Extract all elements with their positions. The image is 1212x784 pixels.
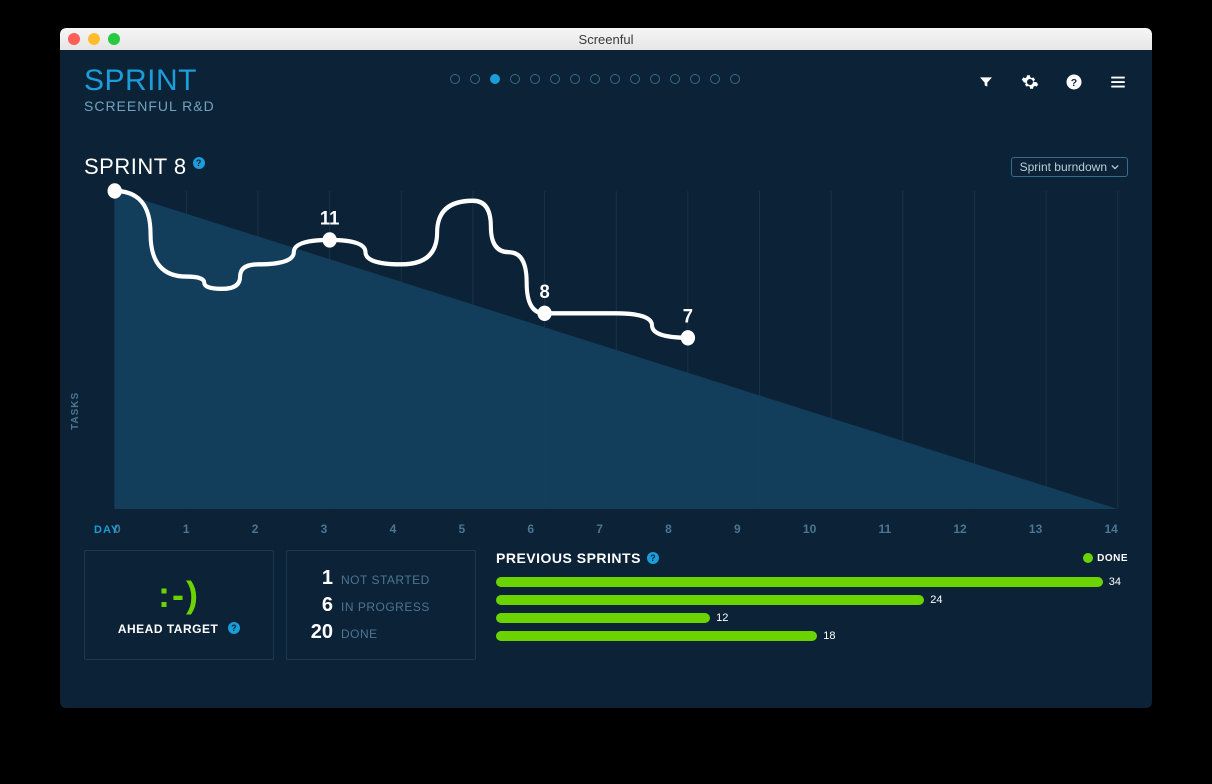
pager-dot[interactable] bbox=[710, 74, 720, 84]
pager-dot[interactable] bbox=[730, 74, 740, 84]
previous-bar-row: 12 bbox=[496, 612, 1128, 624]
legend-label: DONE bbox=[1097, 553, 1128, 564]
x-tick: 10 bbox=[803, 522, 816, 536]
y-axis-label: TASKS bbox=[70, 392, 81, 430]
pager-dot[interactable] bbox=[630, 74, 640, 84]
svg-text:11: 11 bbox=[320, 208, 340, 230]
previous-bar bbox=[496, 595, 924, 605]
previous-bar-value: 24 bbox=[930, 594, 942, 606]
previous-bar-value: 34 bbox=[1109, 576, 1121, 588]
legend-dot-icon bbox=[1083, 553, 1093, 563]
count-in-progress: 6 IN PROGRESS bbox=[305, 594, 430, 617]
app-content: SPRINT SCREENFUL R&D ? bbox=[60, 50, 1152, 708]
previous-bar bbox=[496, 631, 817, 641]
pager-dot[interactable] bbox=[450, 74, 460, 84]
status-smiley: :-) bbox=[158, 574, 200, 616]
toolbar: ? bbox=[976, 72, 1128, 92]
chart-canvas-wrap: TASKS 131187 01234567891011121314 DAY bbox=[84, 180, 1128, 536]
previous-sprints-panel: PREVIOUS SPRINTS ? DONE 34 24 12 18 bbox=[488, 550, 1128, 660]
previous-bars: 34 24 12 18 bbox=[496, 576, 1128, 642]
pager-dot[interactable] bbox=[650, 74, 660, 84]
page-indicator bbox=[215, 74, 976, 84]
previous-bar-row: 34 bbox=[496, 576, 1128, 588]
previous-legend: DONE bbox=[1083, 553, 1128, 564]
window-titlebar: Screenful bbox=[60, 28, 1152, 50]
previous-bar-value: 12 bbox=[716, 612, 728, 624]
x-tick: 7 bbox=[596, 522, 603, 536]
bottom-row: :-) AHEAD TARGET ? 1 NOT STARTED 6 IN PR… bbox=[84, 550, 1128, 660]
svg-text:?: ? bbox=[1071, 77, 1077, 89]
chart-type-dropdown[interactable]: Sprint burndown bbox=[1011, 157, 1128, 177]
count-not-started: 1 NOT STARTED bbox=[305, 567, 430, 590]
x-tick: 5 bbox=[458, 522, 465, 536]
x-tick: 4 bbox=[390, 522, 397, 536]
brand-title: SPRINT bbox=[84, 66, 215, 96]
status-help-icon[interactable]: ? bbox=[228, 622, 240, 634]
x-tick: 13 bbox=[1029, 522, 1042, 536]
x-tick: 2 bbox=[252, 522, 259, 536]
svg-text:8: 8 bbox=[539, 281, 550, 303]
previous-bar-row: 24 bbox=[496, 594, 1128, 606]
burndown-chart: 13 11 8 7 bbox=[84, 180, 1128, 520]
pager-dot[interactable] bbox=[670, 74, 680, 84]
chart-header: SPRINT 8 ? Sprint burndown bbox=[84, 154, 1128, 180]
pager-dot[interactable] bbox=[570, 74, 580, 84]
window-title: Screenful bbox=[60, 32, 1152, 47]
svg-text:7: 7 bbox=[683, 306, 693, 328]
header: SPRINT SCREENFUL R&D ? bbox=[84, 66, 1128, 114]
pager-dot[interactable] bbox=[610, 74, 620, 84]
x-tick: 11 bbox=[878, 522, 891, 536]
previous-sprints-header: PREVIOUS SPRINTS ? DONE bbox=[496, 550, 1128, 566]
brand-block: SPRINT SCREENFUL R&D bbox=[84, 66, 215, 114]
chart-area: SPRINT 8 ? Sprint burndown TASKS 131187 … bbox=[84, 154, 1128, 536]
previous-bar-row: 18 bbox=[496, 630, 1128, 642]
pager-dot[interactable] bbox=[590, 74, 600, 84]
chart-help-icon[interactable]: ? bbox=[193, 157, 205, 169]
previous-bar-value: 18 bbox=[823, 630, 835, 642]
previous-sprints-title: PREVIOUS SPRINTS bbox=[496, 550, 641, 566]
x-tick: 14 bbox=[1104, 522, 1117, 536]
status-text: AHEAD TARGET ? bbox=[118, 622, 240, 636]
x-tick: 1 bbox=[183, 522, 190, 536]
chevron-down-icon bbox=[1111, 163, 1119, 171]
x-axis-ticks: 01234567891011121314 bbox=[84, 522, 1128, 536]
chart-type-dropdown-label: Sprint burndown bbox=[1020, 160, 1107, 174]
x-tick: 9 bbox=[734, 522, 741, 536]
x-axis-label: DAY bbox=[94, 524, 119, 536]
gear-icon[interactable] bbox=[1020, 72, 1040, 92]
filter-icon[interactable] bbox=[976, 72, 996, 92]
pager-dot[interactable] bbox=[470, 74, 480, 84]
pager-dot[interactable] bbox=[510, 74, 520, 84]
x-tick: 6 bbox=[527, 522, 534, 536]
pager-dot[interactable] bbox=[550, 74, 560, 84]
x-tick: 8 bbox=[665, 522, 672, 536]
brand-subtitle: SCREENFUL R&D bbox=[84, 98, 215, 114]
help-icon[interactable]: ? bbox=[1064, 72, 1084, 92]
menu-icon[interactable] bbox=[1108, 72, 1128, 92]
svg-text:13: 13 bbox=[109, 180, 129, 181]
count-done: 20 DONE bbox=[305, 621, 378, 644]
status-card: :-) AHEAD TARGET ? bbox=[84, 550, 274, 660]
pager-dot[interactable] bbox=[490, 74, 500, 84]
chart-title: SPRINT 8 bbox=[84, 154, 187, 180]
x-tick: 12 bbox=[953, 522, 966, 536]
pager-dot[interactable] bbox=[530, 74, 540, 84]
previous-bar bbox=[496, 577, 1103, 587]
counts-card: 1 NOT STARTED 6 IN PROGRESS 20 DONE bbox=[286, 550, 476, 660]
app-window: Screenful SPRINT SCREENFUL R&D ? bbox=[60, 28, 1152, 708]
previous-help-icon[interactable]: ? bbox=[647, 552, 659, 564]
previous-bar bbox=[496, 613, 710, 623]
pager-dot[interactable] bbox=[690, 74, 700, 84]
x-tick: 3 bbox=[321, 522, 328, 536]
